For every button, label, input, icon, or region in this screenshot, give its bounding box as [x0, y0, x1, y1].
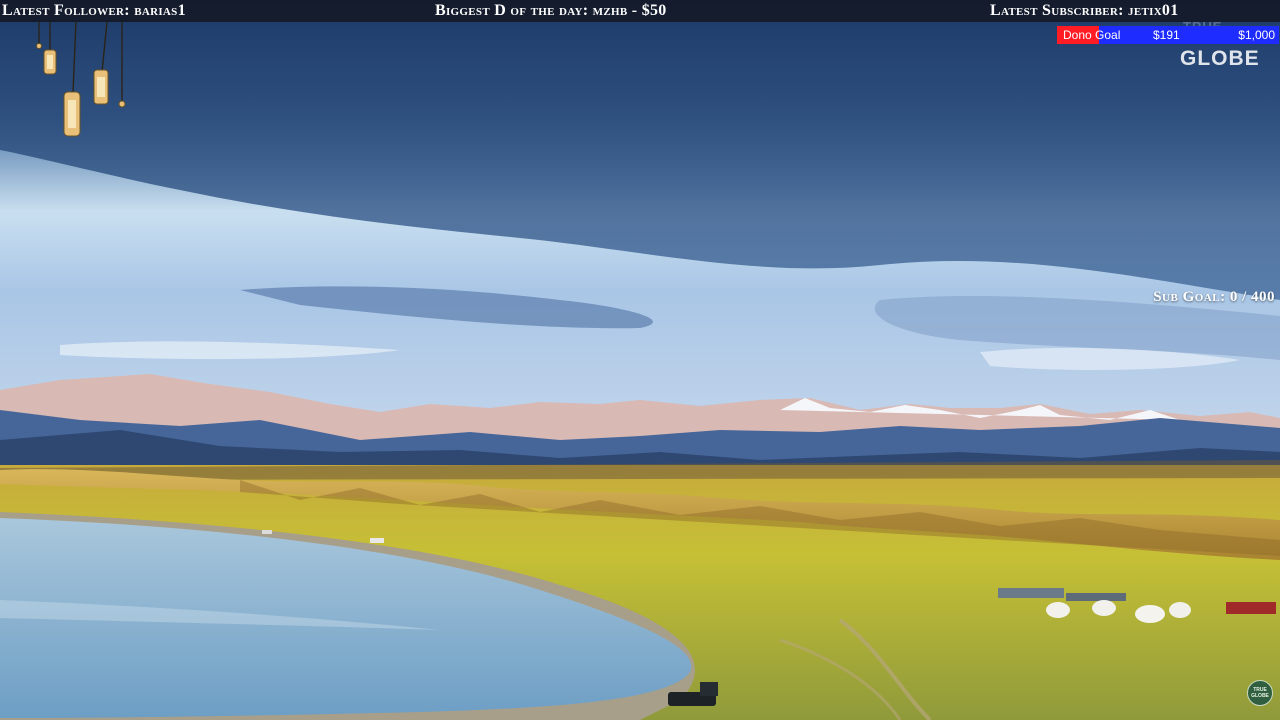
donation-goal-bar: Dono Goal $191 $1,000 — [1057, 26, 1279, 44]
channel-globe-badge-icon: TRUE GLOBE — [1247, 680, 1273, 706]
donation-goal-label: Dono Goal — [1063, 28, 1121, 42]
sub-goal-label: Sub Goal: 0 / 400 — [1153, 289, 1275, 305]
latest-follower-label: Latest Follower: barias1 — [2, 2, 186, 19]
biggest-donation-label: Biggest D of the day: mzhb - $50 — [435, 2, 667, 19]
latest-subscriber-label: Latest Subscriber: jetix01 — [990, 2, 1179, 19]
stream-ticker-bar: Latest Follower: barias1 Biggest D of th… — [0, 0, 1280, 22]
hanging-lanterns-icon — [36, 22, 126, 137]
channel-logo: GLOBE — [1180, 47, 1260, 70]
donation-goal-target: $1,000 — [1238, 28, 1275, 42]
stream-overlay: Latest Follower: barias1 Biggest D of th… — [0, 0, 1280, 720]
landscape-video-frame — [0, 0, 1280, 720]
donation-goal-current: $191 — [1153, 28, 1180, 42]
